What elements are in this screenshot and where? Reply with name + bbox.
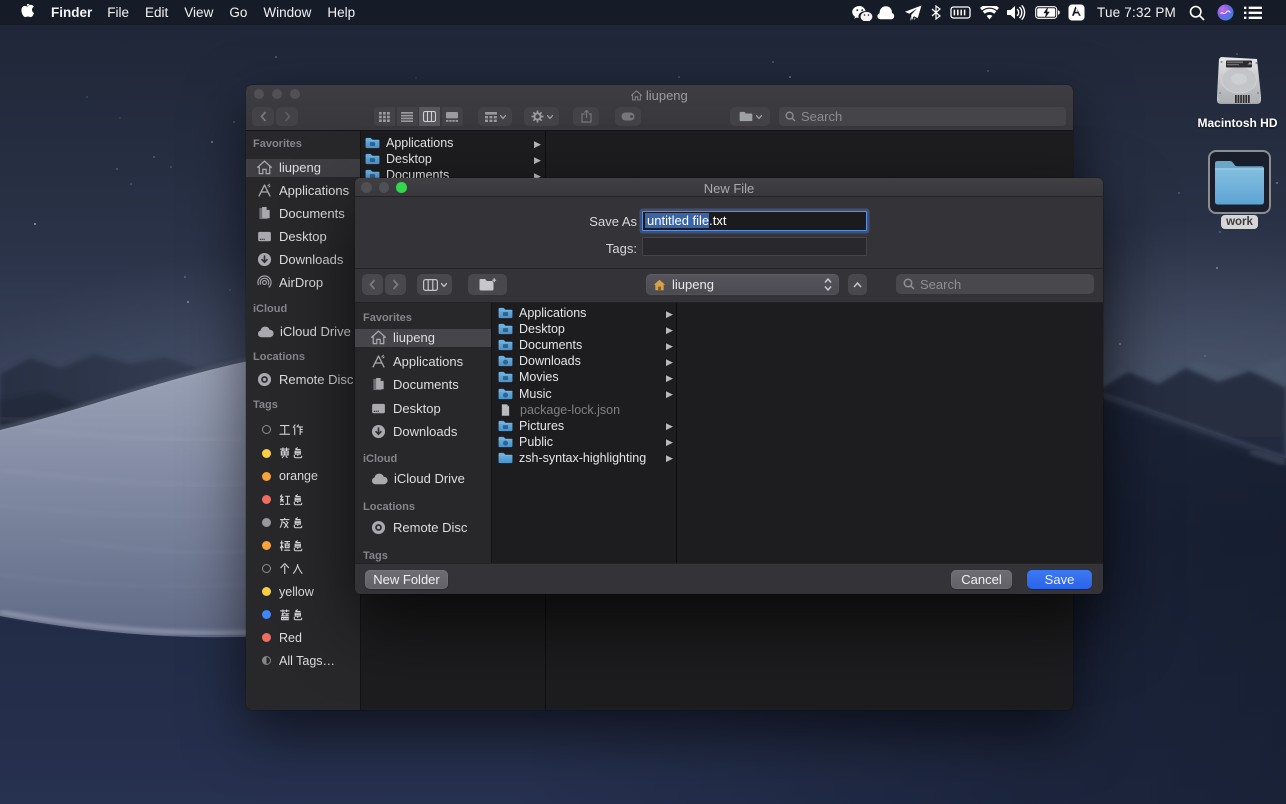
svg-text:P+: P+: [910, 16, 916, 21]
